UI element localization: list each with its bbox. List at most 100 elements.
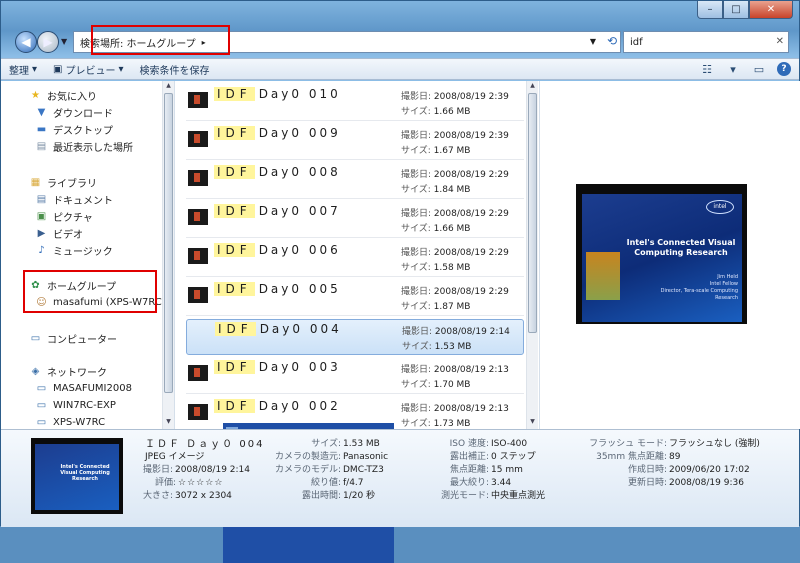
- nav-label: MASAFUMI2008: [53, 382, 132, 394]
- field-value[interactable]: 2008/08/19 9:36: [667, 478, 744, 488]
- nav-label: ビデオ: [53, 229, 83, 241]
- scroll-thumb[interactable]: [528, 93, 537, 333]
- nav-downloads[interactable]: ▼ ダウンロード: [35, 104, 113, 120]
- nav-desktop[interactable]: ▬ デスクトップ: [35, 121, 113, 137]
- details-fstop: 絞り値: f/4.7: [263, 475, 364, 488]
- search-hit: IDF: [215, 322, 256, 336]
- file-name-rest: Day0 009: [258, 126, 341, 140]
- field-value[interactable]: 3.44: [489, 478, 511, 488]
- close-button[interactable]: ✕: [749, 1, 793, 19]
- details-size: サイズ: 1.53 MB: [301, 436, 380, 449]
- pictures-icon: ▣: [36, 210, 47, 222]
- field-label: 大きさ:: [143, 491, 174, 501]
- back-button[interactable]: ◀: [15, 31, 37, 53]
- scroll-down-icon[interactable]: ▼: [164, 418, 173, 428]
- field-value[interactable]: 15 mm: [489, 465, 523, 475]
- file-row[interactable]: IDF Day0 010 撮影日: 2008/08/19 2:39 サイズ: 1.…: [186, 85, 524, 121]
- clear-search-icon[interactable]: ✕: [776, 36, 784, 47]
- preview-icon: ▣: [53, 63, 63, 75]
- file-size: サイズ: 1.67 MB: [401, 143, 470, 156]
- slide-background: intel Intel's Connected Visual Computing…: [582, 194, 742, 322]
- field-value[interactable]: Panasonic: [341, 452, 388, 462]
- slide-title: Intel's Connected Visual Computing Resea…: [626, 238, 736, 257]
- maximize-button[interactable]: □: [723, 1, 749, 19]
- scroll-up-icon[interactable]: ▲: [164, 82, 173, 92]
- scroll-thumb[interactable]: [164, 93, 173, 393]
- details-iso: ISO 速度: ISO-400: [431, 436, 528, 449]
- address-dropdown-icon[interactable]: ▼: [590, 37, 596, 46]
- field-value[interactable]: DMC-TZ3: [341, 465, 384, 475]
- field-value[interactable]: 89: [667, 452, 680, 462]
- scroll-down-icon[interactable]: ▼: [528, 418, 537, 428]
- file-list-scrollbar[interactable]: ▲ ▼: [526, 81, 538, 429]
- nav-network-pc[interactable]: ▭ XPS-W7RC: [35, 414, 105, 430]
- field-value[interactable]: ISO-400: [489, 439, 527, 449]
- file-row[interactable]: IDF Day0 006 撮影日: 2008/08/19 2:29 サイズ: 1.…: [186, 241, 524, 277]
- nav-pictures[interactable]: ▣ ピクチャ: [35, 208, 93, 224]
- preview-pane-icon[interactable]: ▭: [751, 61, 767, 77]
- nav-computer[interactable]: ▭ コンピューター: [29, 330, 117, 346]
- view-options-icon[interactable]: ☷: [699, 61, 715, 77]
- forward-button[interactable]: ▶: [37, 31, 59, 53]
- details-modified: 更新日時: 2008/08/19 9:36: [589, 475, 744, 488]
- file-size: サイズ: 1.66 MB: [401, 104, 470, 117]
- file-row-selected[interactable]: IDF Day0 004 撮影日: 2008/08/19 2:14 サイズ: 1.…: [186, 319, 524, 563]
- nav-scrollbar[interactable]: ▲ ▼: [162, 81, 174, 429]
- details-metering: 測光モード: 中央重点測光: [431, 488, 545, 501]
- help-icon[interactable]: ?: [777, 62, 791, 76]
- minimize-button[interactable]: –: [697, 1, 723, 19]
- field-label: 露出時間:: [301, 491, 341, 501]
- file-row[interactable]: IDF Day0 005 撮影日: 2008/08/19 2:29 サイズ: 1.…: [186, 280, 524, 316]
- date-value: 2008/08/19 2:13: [433, 365, 509, 375]
- field-value[interactable]: 中央重点測光: [489, 491, 545, 501]
- field-value[interactable]: フラッシュなし (強制): [667, 439, 760, 449]
- nav-recent[interactable]: ▤ 最近表示した場所: [35, 138, 133, 154]
- field-value[interactable]: 0 ステップ: [489, 452, 536, 462]
- preview-pane: intel Intel's Connected Visual Computing…: [539, 81, 800, 429]
- computer-icon: ▭: [30, 332, 41, 344]
- nav-label: ダウンロード: [53, 108, 113, 120]
- file-row[interactable]: IDF Day0 007 撮影日: 2008/08/19 2:29 サイズ: 1.…: [186, 202, 524, 238]
- recent-pages-dropdown-icon[interactable]: ▼: [61, 37, 67, 46]
- file-row[interactable]: IDF Day0 002 撮影日: 2008/08/19 2:13 サイズ: 1.…: [186, 397, 524, 433]
- nav-favorites[interactable]: ★ お気に入り: [29, 87, 97, 103]
- field-label: 作成日時:: [627, 465, 667, 475]
- caption-buttons: – □ ✕: [697, 1, 793, 19]
- photo-thumbnail: [188, 92, 208, 108]
- nav-documents[interactable]: ▤ ドキュメント: [35, 191, 113, 207]
- nav-videos[interactable]: ▶ ビデオ: [35, 225, 83, 241]
- library-icon: ▦: [30, 176, 41, 188]
- field-value[interactable]: 2009/06/20 17:02: [667, 465, 750, 475]
- nav-music[interactable]: ♪ ミュージック: [35, 242, 113, 258]
- rating-stars-icon[interactable]: ☆☆☆☆☆: [176, 478, 223, 488]
- field-value[interactable]: f/4.7: [341, 478, 364, 488]
- save-search-button[interactable]: 検索条件を保存: [132, 62, 218, 77]
- file-name-rest: Day0 006: [258, 243, 341, 257]
- date-taken: 撮影日: 2008/08/19 2:29: [401, 245, 509, 258]
- refresh-icon[interactable]: ⟲: [607, 34, 617, 48]
- nav-libraries[interactable]: ▦ ライブラリ: [29, 174, 97, 190]
- size-value: 1.66 MB: [433, 224, 471, 234]
- nav-network-pc[interactable]: ▭ MASAFUMI2008: [35, 380, 132, 396]
- preview-button[interactable]: ▣ プレビュー ▾: [45, 62, 131, 77]
- field-value[interactable]: 1/20 秒: [341, 491, 375, 501]
- details-file-name: ＩＤＦ Ｄａｙ０ 004: [145, 439, 265, 450]
- file-size: サイズ: 1.73 MB: [401, 416, 470, 429]
- organize-button[interactable]: 整理 ▾: [1, 62, 45, 77]
- nav-label: ミュージック: [53, 246, 113, 258]
- date-value: 2008/08/19 2:14: [434, 327, 510, 337]
- forward-arrow-icon: ▶: [43, 35, 53, 49]
- scroll-up-icon[interactable]: ▲: [528, 82, 537, 92]
- nav-network-pc[interactable]: ▭ WIN7RC-EXP: [35, 397, 116, 413]
- nav-network[interactable]: ◈ ネットワーク: [29, 363, 107, 379]
- chevron-down-icon[interactable]: ▾: [725, 61, 741, 77]
- explorer-window: – □ ✕ ◀ ▶ ▼ 検索場所: ホームグループ ▸ ▼ ⟲ idf ✕ 整理…: [0, 0, 800, 563]
- file-row[interactable]: IDF Day0 009 撮影日: 2008/08/19 2:39 サイズ: 1.…: [186, 124, 524, 160]
- field-value[interactable]: 2008/08/19 2:14: [173, 465, 250, 475]
- file-row[interactable]: IDF Day0 008 撮影日: 2008/08/19 2:29 サイズ: 1.…: [186, 163, 524, 199]
- date-taken: 撮影日: 2008/08/19 2:29: [401, 167, 509, 180]
- field-label: 測光モード:: [440, 491, 489, 501]
- search-input[interactable]: idf ✕: [623, 31, 789, 53]
- date-label: 撮影日:: [401, 131, 432, 141]
- file-row[interactable]: IDF Day0 003 撮影日: 2008/08/19 2:13 サイズ: 1.…: [186, 358, 524, 394]
